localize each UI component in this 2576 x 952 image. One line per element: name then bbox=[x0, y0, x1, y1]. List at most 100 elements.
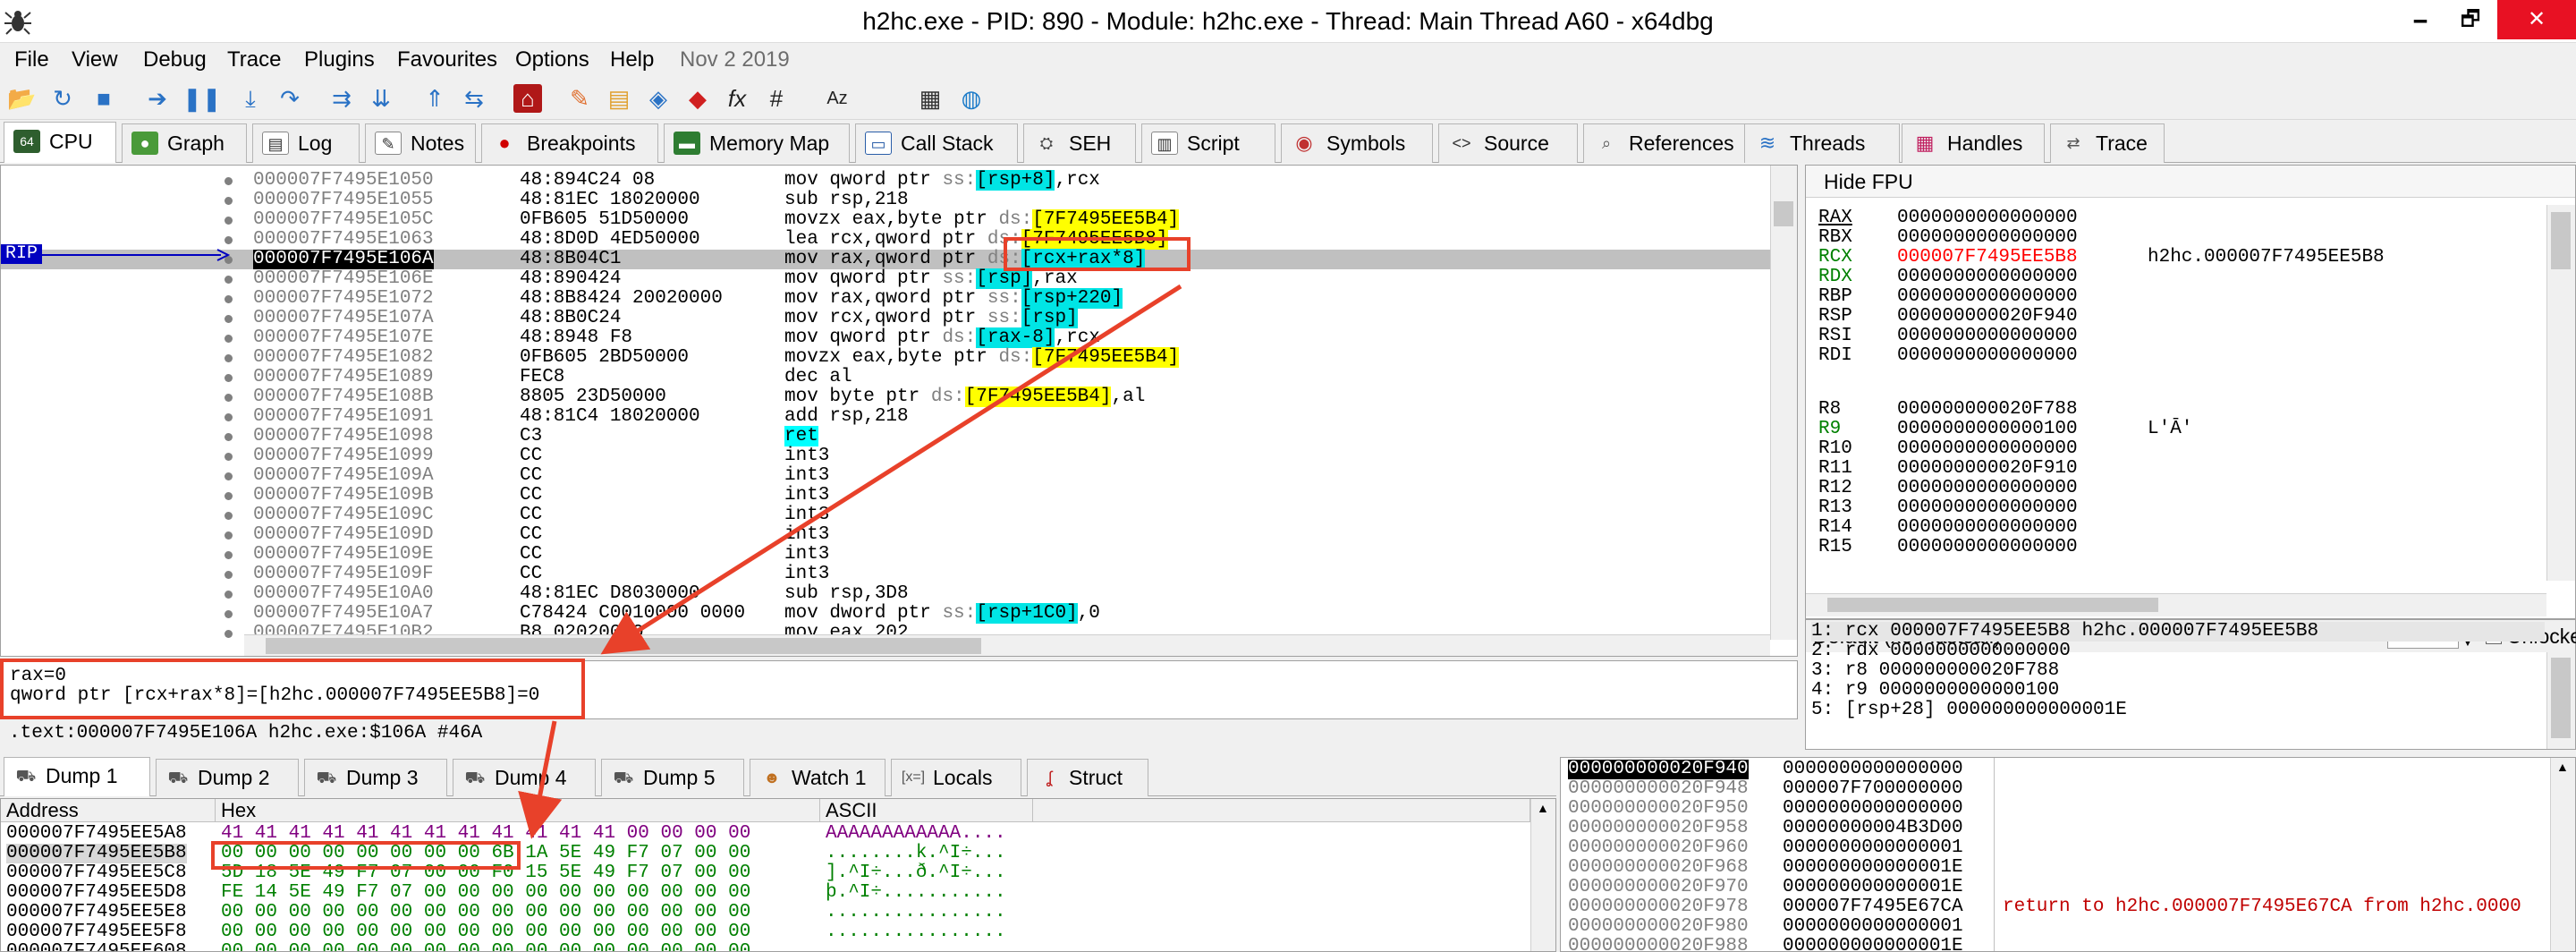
register-value[interactable]: 0000000000000100 bbox=[1897, 420, 2148, 439]
tab-memory-map[interactable]: ▬ Memory Map bbox=[664, 123, 850, 163]
dump-ascii[interactable]: ].^I÷...ð.^I÷... bbox=[826, 863, 1006, 883]
scroll-thumb[interactable] bbox=[2551, 658, 2571, 738]
memory-dump-view[interactable]: Address Hex ASCII 000007F7495EE5A8 41 41 … bbox=[0, 798, 1556, 952]
tab-watch-1[interactable]: ☻ Watch 1 bbox=[750, 759, 886, 796]
stack-value[interactable]: 000007F700000000 bbox=[1783, 779, 1963, 799]
stack-value[interactable]: 000007F7495E67CA bbox=[1783, 897, 1963, 917]
font-icon[interactable]: Az bbox=[823, 84, 852, 113]
dump-hex[interactable]: 5D 18 5E 49 F7 07 00 00 F0 15 5E 49 F7 0… bbox=[221, 863, 750, 883]
breakpoint-dot-icon[interactable] bbox=[225, 217, 233, 225]
calculator-icon[interactable]: ▦ bbox=[916, 84, 945, 113]
tab-dump-5[interactable]: ⛟ Dump 5 bbox=[601, 759, 744, 796]
breakpoint-dot-icon[interactable] bbox=[225, 177, 233, 185]
run-to-user-code-icon[interactable]: ⇆ bbox=[460, 84, 488, 113]
breakpoint-dot-icon[interactable] bbox=[225, 394, 233, 402]
breakpoint-dot-icon[interactable] bbox=[225, 295, 233, 303]
stack-value[interactable]: 000000000000001E bbox=[1783, 937, 1963, 952]
tab-dump-1[interactable]: ⛟ Dump 1 bbox=[4, 757, 150, 796]
step-over-icon[interactable]: ↷ bbox=[275, 84, 304, 113]
scylla-icon[interactable]: ⌂ bbox=[513, 84, 542, 113]
dump-hex[interactable]: FE 14 5E 49 F7 07 00 00 00 00 00 00 00 0… bbox=[221, 883, 750, 903]
tab-dump-3[interactable]: ⛟ Dump 3 bbox=[304, 759, 447, 796]
dump-hex[interactable]: 41 41 41 41 41 41 41 41 41 41 41 41 00 0… bbox=[221, 824, 750, 844]
breakpoint-dot-icon[interactable] bbox=[225, 315, 233, 323]
register-r14[interactable]: R14 0000000000000000 bbox=[1818, 518, 2148, 538]
register-value[interactable]: 0000000000000000 bbox=[1897, 498, 2148, 518]
dump-hex[interactable]: 00 00 00 00 00 00 00 00 00 00 00 00 00 0… bbox=[221, 903, 750, 922]
registers-horizontal-scrollbar[interactable] bbox=[1806, 593, 2546, 616]
tab-references[interactable]: ⌕ References bbox=[1583, 123, 1757, 163]
register-rsp[interactable]: RSP 000000000020F940 bbox=[1818, 307, 2148, 327]
argument-row[interactable]: 4: r9 0000000000000100 bbox=[1811, 681, 2059, 701]
register-value[interactable]: 0000000000000000 bbox=[1897, 287, 2148, 307]
tab-source[interactable]: <> Source bbox=[1438, 123, 1578, 163]
register-r11[interactable]: R11 000000000020F910 bbox=[1818, 459, 2148, 479]
dump-hex[interactable]: 00 00 00 00 00 00 00 00 00 00 00 00 00 0… bbox=[221, 922, 750, 942]
dump-ascii[interactable]: ................ bbox=[826, 942, 1006, 952]
step-into-icon[interactable]: ⤓ bbox=[236, 84, 265, 113]
breakpoint-dot-icon[interactable] bbox=[225, 551, 233, 559]
dump-ascii[interactable]: ................ bbox=[826, 922, 1006, 942]
tab-graph[interactable]: ● Graph bbox=[122, 123, 247, 163]
tab-handles[interactable]: ▦ Handles bbox=[1902, 123, 2045, 163]
menu-debug[interactable]: Debug bbox=[143, 47, 207, 72]
args-scrollbar[interactable] bbox=[2546, 652, 2575, 749]
scroll-thumb[interactable] bbox=[266, 638, 981, 654]
breakpoint-dot-icon[interactable] bbox=[225, 512, 233, 520]
breakpoint-dot-icon[interactable] bbox=[225, 531, 233, 540]
breakpoint-dot-icon[interactable] bbox=[225, 413, 233, 421]
disassembly-view[interactable]: 000007F7495E1050 48:894C24 08 mov qword pt… bbox=[0, 165, 1798, 657]
register-value[interactable]: 000000000020F910 bbox=[1897, 459, 2148, 479]
argument-row[interactable]: 3: r8 000000000020F788 bbox=[1811, 661, 2059, 681]
disasm-vertical-scrollbar[interactable] bbox=[1770, 166, 1797, 640]
scroll-thumb[interactable] bbox=[1827, 598, 2158, 612]
stack-value[interactable]: 000000000000001E bbox=[1783, 858, 1963, 878]
stack-value[interactable]: 0000000000000000 bbox=[1783, 760, 1963, 779]
breakpoint-dot-icon[interactable] bbox=[225, 354, 233, 362]
register-value[interactable]: 0000000000000000 bbox=[1897, 228, 2148, 248]
current-instruction-row[interactable]: 000007F7495E106A 48:8B04C1 mov rax,qword p… bbox=[1, 249, 1772, 269]
disasm-horizontal-scrollbar[interactable] bbox=[244, 634, 1770, 656]
menu-view[interactable]: View bbox=[72, 47, 118, 72]
register-rax[interactable]: RAX 0000000000000000 bbox=[1818, 208, 2148, 228]
tab-cpu[interactable]: 64 CPU bbox=[4, 122, 116, 163]
breakpoint-dot-icon[interactable] bbox=[225, 492, 233, 500]
tab-script[interactable]: ▥ Script bbox=[1141, 123, 1275, 163]
hash-icon[interactable]: # bbox=[762, 84, 791, 113]
stack-value[interactable]: 0000000000000001 bbox=[1783, 917, 1963, 937]
stack-value[interactable]: 00000000004B3D00 bbox=[1783, 819, 1963, 838]
comments-icon[interactable]: ▤ bbox=[605, 84, 633, 113]
breakpoint-dot-icon[interactable] bbox=[225, 472, 233, 480]
breakpoint-dot-icon[interactable] bbox=[225, 591, 233, 599]
menu-file[interactable]: File bbox=[14, 47, 49, 72]
register-value[interactable]: 0000000000000000 bbox=[1897, 346, 2148, 366]
dump-ascii[interactable]: þ.^I÷........... bbox=[826, 883, 1006, 903]
registers-scrollbar[interactable] bbox=[2546, 205, 2575, 581]
patch-icon[interactable]: ✎ bbox=[565, 84, 594, 113]
scroll-thumb[interactable] bbox=[2551, 212, 2571, 269]
register-rsi[interactable]: RSI 0000000000000000 bbox=[1818, 327, 2148, 346]
pause-icon[interactable]: ❚❚ bbox=[182, 84, 222, 113]
register-r13[interactable]: R13 0000000000000000 bbox=[1818, 498, 2148, 518]
register-r8[interactable]: R8 000000000020F788 bbox=[1818, 400, 2148, 420]
register-value[interactable]: 000000000020F940 bbox=[1897, 307, 2148, 327]
menu-plugins[interactable]: Plugins bbox=[304, 47, 375, 72]
register-rbp[interactable]: RBP 0000000000000000 bbox=[1818, 287, 2148, 307]
register-r15[interactable]: R15 0000000000000000 bbox=[1818, 538, 2148, 557]
breakpoint-dot-icon[interactable] bbox=[225, 236, 233, 244]
breakpoint-dot-icon[interactable] bbox=[225, 335, 233, 343]
breakpoint-dot-icon[interactable] bbox=[225, 630, 233, 638]
functions-icon[interactable]: fx bbox=[723, 84, 751, 113]
argument-row[interactable]: 1: rcx 000007F7495EE5B8 h2hc.000007F7495… bbox=[1811, 622, 2545, 642]
register-rdi[interactable]: RDI 0000000000000000 bbox=[1818, 346, 2148, 366]
chevron-up-icon[interactable]: ▲ bbox=[1537, 801, 1549, 815]
menu-trace[interactable]: Trace bbox=[227, 47, 281, 72]
breakpoint-dot-icon[interactable] bbox=[225, 453, 233, 461]
breakpoint-dot-icon[interactable] bbox=[225, 610, 233, 618]
run-icon[interactable]: ➔ bbox=[143, 84, 172, 113]
close-button[interactable]: ✕ bbox=[2497, 0, 2576, 39]
execute-till-return-icon[interactable]: ⇑ bbox=[420, 84, 449, 113]
breakpoint-dot-icon[interactable] bbox=[225, 197, 233, 205]
argument-row[interactable]: 2: rdx 0000000000000000 bbox=[1811, 642, 2071, 661]
register-r12[interactable]: R12 0000000000000000 bbox=[1818, 479, 2148, 498]
